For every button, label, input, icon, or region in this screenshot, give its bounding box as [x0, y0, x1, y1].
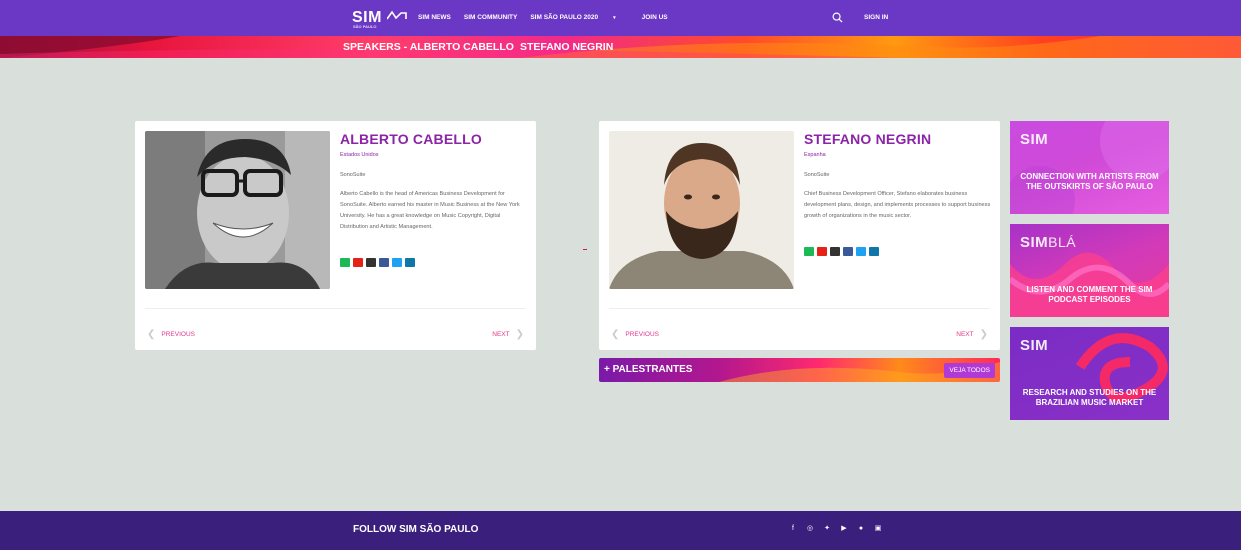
ad-logo: SIM [1020, 337, 1048, 354]
next-link[interactable]: NEXT ❯ [492, 329, 524, 340]
page-banner: SPEAKERS - ALBERTO CABELLO STEFANO NEGRIN [0, 36, 1241, 58]
nav-sim-community[interactable]: SIM COMMUNITY [464, 14, 517, 21]
speaker-card-alberto: ALBERTO CABELLO Estados Unidos SonoSuite… [135, 121, 536, 350]
speaker-card-stefano: STEFANO NEGRIN Espanha SonoSuite Chief B… [599, 121, 1000, 350]
ad-logo: SIM [1020, 131, 1048, 148]
youtube-icon[interactable] [817, 247, 827, 256]
facebook-icon[interactable]: f [789, 525, 797, 533]
twitter-icon[interactable] [856, 247, 866, 256]
speaker-name: ALBERTO CABELLO [340, 131, 482, 147]
instagram-icon[interactable]: ◎ [806, 525, 814, 533]
chevron-left-icon: ❮ [147, 329, 156, 340]
twitter-icon[interactable] [392, 258, 402, 267]
speaker-company: SonoSuite [804, 172, 830, 178]
card-divider [145, 308, 526, 309]
previous-label: PREVIOUS [161, 331, 195, 338]
previous-link[interactable]: ❮ PREVIOUS [611, 329, 659, 340]
sign-in-link[interactable]: SIGN IN [864, 14, 888, 21]
speaker-social-links [804, 247, 879, 256]
logo-wave-icon [386, 10, 407, 20]
speaker-photo [145, 131, 330, 289]
palestrantes-label: + PALESTRANTES [604, 364, 693, 375]
chevron-right-icon: ❯ [979, 329, 988, 340]
ad-text: LISTEN AND COMMENT THE SIM PODCAST EPISO… [1026, 285, 1153, 304]
linkedin-icon[interactable] [405, 258, 415, 267]
instagram-icon[interactable] [830, 247, 840, 256]
speaker-country: Estados Unidos [340, 152, 379, 158]
breadcrumb-current: SPEAKERS - ALBERTO CABELLO [343, 41, 514, 53]
ad-logo-text: SIM [1020, 131, 1049, 148]
ad-text: CONNECTION WITH ARTISTS FROM THE OUTSKIR… [1020, 172, 1159, 191]
next-link[interactable]: NEXT ❯ [956, 329, 988, 340]
top-navigation: SIM SÃO PAULO SIM NEWS SIM COMMUNITY SIM… [0, 0, 1241, 36]
spotify-icon[interactable] [340, 258, 350, 267]
ad-research[interactable]: SIM RESEARCH AND STUDIES ON THE BRAZILIA… [1010, 327, 1169, 420]
speaker-photo-image [609, 131, 794, 289]
palestrantes-bar: + PALESTRANTES VEJA TODOS [599, 358, 1000, 382]
speaker-country: Espanha [804, 152, 826, 158]
logo-subtitle: SÃO PAULO [353, 24, 377, 29]
previous-link[interactable]: ❮ PREVIOUS [147, 329, 195, 340]
speaker-bio: Chief Business Development Officer, Stef… [804, 191, 991, 219]
breadcrumb-next[interactable]: STEFANO NEGRIN [520, 41, 613, 53]
ad-podcast[interactable]: SIMBLÁ LISTEN AND COMMENT THE SIM PODCAS… [1010, 224, 1169, 317]
spotify-icon[interactable] [804, 247, 814, 256]
card-divider [609, 308, 990, 309]
facebook-icon[interactable] [379, 258, 389, 267]
nav-sim-sao-paulo-2020[interactable]: SIM SÃO PAULO 2020 ▾ [530, 14, 628, 21]
banner-wave-decoration [0, 36, 1241, 58]
linkedin-icon[interactable] [869, 247, 879, 256]
twitter-icon[interactable]: ✦ [823, 525, 831, 533]
main-menu: SIM NEWS SIM COMMUNITY SIM SÃO PAULO 202… [418, 14, 681, 21]
footer-title: FOLLOW SIM SÃO PAULO [353, 524, 479, 535]
nav-sim-sao-paulo-2020-label: SIM SÃO PAULO 2020 [530, 14, 599, 21]
next-label: NEXT [492, 331, 510, 338]
speaker-photo [609, 131, 794, 289]
search-icon[interactable] [832, 12, 843, 23]
footer-social-links: f ◎ ✦ ▶ ● ▣ [789, 525, 882, 533]
previous-label: PREVIOUS [625, 331, 659, 338]
sim-logo[interactable]: SIM SÃO PAULO [352, 9, 407, 29]
instagram-icon[interactable] [366, 258, 376, 267]
see-all-button[interactable]: VEJA TODOS [944, 363, 995, 378]
linkedin-icon[interactable]: ▣ [874, 525, 882, 533]
banner-title: SPEAKERS - ALBERTO CABELLO STEFANO NEGRIN [343, 41, 613, 53]
chevron-right-icon: ❯ [515, 329, 524, 340]
youtube-icon[interactable] [353, 258, 363, 267]
speaker-company: SonoSuite [340, 172, 366, 178]
next-label: NEXT [956, 331, 974, 338]
footer: FOLLOW SIM SÃO PAULO f ◎ ✦ ▶ ● ▣ [0, 511, 1241, 550]
ad-logo-text: SIM [1020, 234, 1049, 251]
chevron-left-icon: ❮ [611, 329, 620, 340]
spotify-icon[interactable]: ● [857, 525, 865, 533]
nav-join-us[interactable]: JOIN US [642, 14, 668, 21]
youtube-icon[interactable]: ▶ [840, 525, 848, 533]
decorative-mark [583, 249, 587, 250]
speaker-photo-image [145, 131, 330, 289]
ad-logo-text: SIM [1020, 337, 1049, 354]
chevron-down-icon: ▾ [613, 15, 616, 21]
speaker-name: STEFANO NEGRIN [804, 131, 932, 147]
ad-logo: SIMBLÁ [1020, 234, 1076, 251]
speaker-social-links [340, 258, 415, 267]
nav-sim-news[interactable]: SIM NEWS [418, 14, 451, 21]
ad-connection-artists[interactable]: SIM CONNECTION WITH ARTISTS FROM THE OUT… [1010, 121, 1169, 214]
facebook-icon[interactable] [843, 247, 853, 256]
ad-text: RESEARCH AND STUDIES ON THE BRAZILIAN MU… [1022, 388, 1157, 407]
speaker-bio: Alberto Cabello is the head of Americas … [340, 191, 520, 230]
ad-logo-extra: BLÁ [1048, 234, 1077, 250]
